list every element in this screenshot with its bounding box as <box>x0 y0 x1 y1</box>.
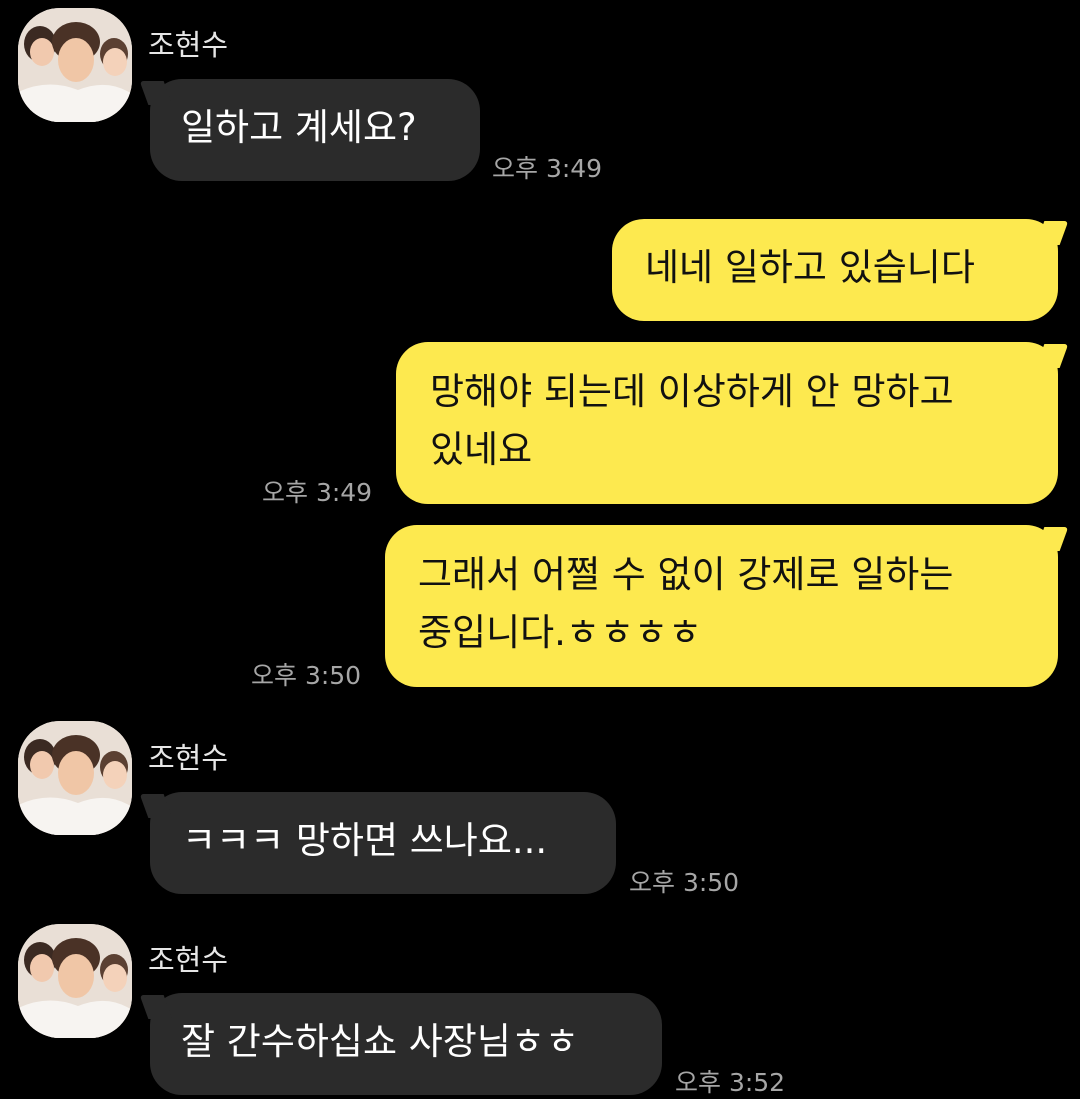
message-text-line: 있네요 <box>430 428 533 471</box>
outgoing-message-bubble[interactable]: 네네 일하고 있습니다 <box>612 219 1058 321</box>
message-text-line: 그래서 어쩔 수 없이 강제로 일하는 <box>418 553 954 596</box>
sender-avatar[interactable] <box>18 721 132 835</box>
sender-name: 조현수 <box>148 741 229 775</box>
message-text: 잘 간수하십쇼 사장님ㅎㅎ <box>181 1020 579 1063</box>
message-text-line: 중입니다.ㅎㅎㅎㅎ <box>418 611 703 654</box>
incoming-message-bubble[interactable]: 잘 간수하십쇼 사장님ㅎㅎ <box>150 993 662 1095</box>
message-timestamp: 오후 3:50 <box>251 661 362 690</box>
message-timestamp: 오후 3:52 <box>675 1068 786 1097</box>
outgoing-message-bubble[interactable]: 그래서 어쩔 수 없이 강제로 일하는 중입니다.ㅎㅎㅎㅎ <box>385 525 1058 687</box>
sender-avatar[interactable] <box>18 924 132 1038</box>
message-timestamp: 오후 3:50 <box>629 868 740 897</box>
outgoing-message-bubble[interactable]: 망해야 되는데 이상하게 안 망하고 있네요 <box>396 342 1058 504</box>
sender-avatar[interactable] <box>18 8 132 122</box>
sender-name: 조현수 <box>148 28 229 62</box>
message-text: 일하고 계세요? <box>181 106 417 149</box>
message-text: ㅋㅋㅋ 망하면 쓰나요... <box>182 819 548 862</box>
profile-photo-avatar-icon <box>18 8 132 122</box>
message-timestamp: 오후 3:49 <box>262 478 373 507</box>
message-text: 네네 일하고 있습니다 <box>645 246 975 289</box>
incoming-message-bubble[interactable]: 일하고 계세요? <box>150 79 480 181</box>
message-text-line: 망해야 되는데 이상하게 안 망하고 <box>430 370 954 413</box>
sender-name: 조현수 <box>148 943 229 977</box>
incoming-message-bubble[interactable]: ㅋㅋㅋ 망하면 쓰나요... <box>150 792 616 894</box>
message-timestamp: 오후 3:49 <box>492 154 603 183</box>
profile-photo-avatar-icon <box>18 721 132 835</box>
profile-photo-avatar-icon <box>18 924 132 1038</box>
